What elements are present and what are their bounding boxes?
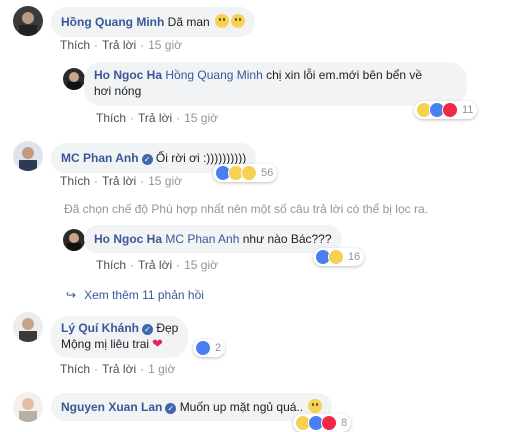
comment-text: chị xin lỗi em.mới bên bển về <box>266 68 423 82</box>
sweat-emoji-icon <box>231 14 246 28</box>
timestamp[interactable]: 1 giờ <box>148 362 175 376</box>
comment-author[interactable]: MC Phan Anh <box>61 151 139 165</box>
view-more-replies-label: Xem thêm 11 phản hồi <box>84 288 204 302</box>
comment-bubble: Lý Quí Khánh ✓ Đẹp Mộng mị liêu trai ❤ <box>51 316 189 358</box>
comment-text: Ối rời ơi :)))))))))) <box>155 151 247 165</box>
reaction-summary[interactable]: 56 <box>213 164 278 182</box>
avatar[interactable] <box>63 68 85 90</box>
view-more-replies[interactable]: ↪ Xem thêm 11 phản hồi <box>66 288 204 302</box>
like-icon <box>195 340 211 356</box>
reaction-count: 16 <box>348 251 361 263</box>
avatar-image <box>13 6 43 36</box>
avatar-image <box>63 68 85 90</box>
timestamp[interactable]: 15 giờ <box>148 38 182 52</box>
like-link[interactable]: Thích <box>60 38 90 52</box>
comment-text-line2: Mộng mị liêu trai <box>61 337 150 351</box>
comment-actions: Thích · Trả lời · 15 giờ <box>96 258 218 272</box>
sad-icon <box>241 165 257 181</box>
mention-link[interactable]: Hồng Quang Minh <box>165 68 262 82</box>
reply-arrow-icon: ↪ <box>66 288 77 302</box>
verified-badge-icon: ✓ <box>141 154 153 165</box>
reaction-summary[interactable]: 16 <box>313 248 365 266</box>
heart-emoji-icon: ❤ <box>152 336 163 351</box>
reply-link[interactable]: Trả lời <box>102 362 136 376</box>
comment-author[interactable]: Hồng Quang Minh <box>61 15 164 29</box>
comment-author[interactable]: Ho Ngoc Ha <box>94 232 162 246</box>
like-link[interactable]: Thích <box>96 111 126 125</box>
reply-link[interactable]: Trả lời <box>102 38 136 52</box>
avatar[interactable] <box>13 312 43 342</box>
comment-bubble: Nguyen Xuan Lan ✓ Muốn up mặt ngủ quá.. <box>51 393 333 421</box>
reply-link[interactable]: Trả lời <box>138 111 172 125</box>
avatar[interactable] <box>13 141 43 171</box>
reaction-count: 11 <box>462 104 474 116</box>
grinning-emoji-icon <box>215 14 230 28</box>
reaction-summary[interactable]: 2 <box>193 339 226 357</box>
reaction-summary[interactable]: 11 <box>414 101 478 119</box>
comment-actions: Thích · Trả lời · 1 giờ <box>60 362 176 376</box>
avatar[interactable] <box>63 229 85 251</box>
reaction-count: 56 <box>261 167 274 179</box>
haha-icon <box>328 249 344 265</box>
reaction-count: 8 <box>341 417 348 429</box>
reply-link[interactable]: Trả lời <box>102 174 136 188</box>
avatar-image <box>63 229 85 251</box>
verified-badge-icon: ✓ <box>165 403 177 414</box>
comment-author[interactable]: Lý Quí Khánh <box>61 321 139 335</box>
reaction-count: 2 <box>215 342 222 354</box>
filter-note: Đã chọn chế độ Phù hợp nhất nên một số c… <box>64 202 428 216</box>
comment-bubble: Hồng Quang Minh Dã man <box>51 7 256 37</box>
like-link[interactable]: Thích <box>60 362 90 376</box>
like-link[interactable]: Thích <box>96 258 126 272</box>
comment-text: như nào Bác??? <box>242 232 332 246</box>
reaction-summary[interactable]: 8 <box>293 414 352 432</box>
verified-badge-icon: ✓ <box>142 324 153 335</box>
love-icon <box>321 415 337 431</box>
comment-actions: Thích · Trả lời · 15 giờ <box>60 38 182 52</box>
avatar-image <box>13 392 43 422</box>
comment-text-line2: hơi nóng <box>94 84 142 98</box>
comment-bubble: Ho Ngoc Ha MC Phan Anh như nào Bác??? <box>84 225 342 253</box>
grinning-emoji-icon <box>308 399 323 413</box>
timestamp[interactable]: 15 giờ <box>184 111 218 125</box>
comment-author[interactable]: Ho Ngoc Ha <box>94 68 162 82</box>
comment-text: Muốn up mặt ngủ quá.. <box>179 400 304 414</box>
comment-author[interactable]: Nguyen Xuan Lan <box>61 400 162 414</box>
timestamp[interactable]: 15 giờ <box>148 174 182 188</box>
comment-bubble: Ho Ngoc Ha Hồng Quang Minh chị xin lỗi e… <box>84 62 467 106</box>
avatar[interactable] <box>13 392 43 422</box>
comment-text: Đẹp <box>156 321 179 335</box>
like-link[interactable]: Thích <box>60 174 90 188</box>
mention-link[interactable]: MC Phan Anh <box>165 232 239 246</box>
comment-actions: Thích · Trả lời · 15 giờ <box>60 174 182 188</box>
comment-actions: Thích · Trả lời · 15 giờ <box>96 111 218 125</box>
love-icon <box>442 102 458 118</box>
avatar-image <box>13 312 43 342</box>
avatar-image <box>13 141 43 171</box>
timestamp[interactable]: 15 giờ <box>184 258 218 272</box>
reply-link[interactable]: Trả lời <box>138 258 172 272</box>
comment-text: Dã man <box>167 15 210 29</box>
avatar[interactable] <box>13 6 43 36</box>
